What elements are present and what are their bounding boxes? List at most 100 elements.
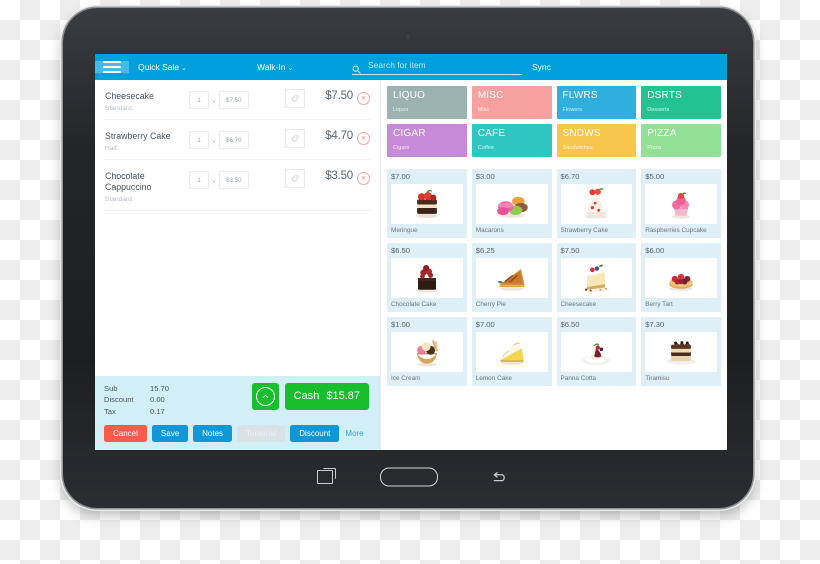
search-input[interactable] — [366, 59, 522, 71]
product-name: Chocolate Cake — [391, 301, 437, 308]
quantity-stepper: 1 — [189, 131, 209, 149]
unit-price-field: $6.70 — [218, 131, 249, 149]
totals-table: Sub 15.70 Discount 0.00 Tax 0.17 — [104, 383, 252, 418]
home-icon[interactable] — [380, 467, 438, 487]
android-nav-bar — [63, 460, 753, 494]
product-tile[interactable]: $6.50 Chocolate Cake — [387, 243, 467, 312]
cart-item-title: Cheesecake — [105, 91, 154, 101]
totals-row: Discount 0.00 — [104, 394, 252, 406]
chevron-down-icon: ⌄ — [181, 65, 187, 72]
product-price: $5.00 — [645, 172, 665, 181]
category-code: FLWRS — [562, 90, 598, 101]
quick-sale-dropdown[interactable]: Quick Sale ⌄ — [129, 62, 196, 72]
category-tile-cafe[interactable]: CAFE Coffee — [471, 124, 552, 157]
remove-item-button[interactable]: ✕ — [357, 172, 370, 185]
product-name: Lemon Cake — [475, 375, 512, 382]
search-bar[interactable] — [352, 59, 522, 75]
cart-item-name-block: Chocolate Cappuccino Standard. — [105, 169, 189, 203]
terminal-button: Terminal — [237, 425, 286, 442]
back-icon[interactable] — [491, 472, 505, 482]
catalog-panel: LIQUO Liquor MISC Misc FLWRS Flowers DSRTS Dess… — [381, 80, 727, 450]
save-button[interactable]: Save — [151, 425, 189, 442]
product-area: $7.00 Meringue $3.00 Macarons $6.70 Strawberr… — [381, 164, 727, 450]
more-button[interactable]: More — [345, 429, 363, 438]
expand-payments-button[interactable] — [251, 382, 279, 410]
category-name: Coffee — [477, 145, 495, 151]
category-tile-pizza[interactable]: PIZZA Pizza — [641, 124, 721, 157]
cash-amount: $15.87 — [326, 390, 360, 402]
category-tile-liquo[interactable]: LIQUO Liquor — [387, 86, 467, 119]
meringue-icon — [391, 184, 463, 224]
category-tile-misc[interactable]: MISC Misc — [471, 86, 552, 119]
tiramisu-icon — [645, 332, 717, 372]
remove-item-button[interactable]: ✕ — [357, 92, 370, 105]
top-bar-left: Quick Sale ⌄ Walk-In ⌄ — [95, 54, 344, 80]
product-name: Panna Cotta — [560, 375, 597, 382]
customer-dropdown[interactable]: Walk-In ⌄ — [248, 62, 302, 72]
category-code: CIGAR — [393, 128, 426, 139]
cart-item-variant: Standard. — [105, 105, 134, 112]
cart-item-title: Strawberry Cake — [105, 131, 171, 141]
product-price: $7.30 — [645, 320, 665, 329]
product-tile[interactable]: $7.50 Cheesecake — [556, 243, 637, 312]
product-tile[interactable]: $6.50 Panna Cotta — [556, 317, 637, 386]
app-top-bar: Quick Sale⌄ Walk-In⌄ Sync — [95, 54, 727, 80]
cart-panel: Cheesecake Standard. 1 × $7.50 $7.50 ✕ Strawber… — [95, 80, 381, 450]
discount-button[interactable]: Discount — [290, 425, 340, 442]
product-price: $7.50 — [560, 246, 580, 255]
quantity-stepper: 1 — [189, 171, 209, 189]
product-tile[interactable]: $7.00 Meringue — [387, 169, 467, 238]
product-price: $6.50 — [560, 320, 580, 329]
product-tile[interactable]: $6.25 Cherry Pie — [471, 243, 552, 312]
product-tile[interactable]: $7.30 Tiramisu — [641, 317, 721, 386]
multiply-symbol: × — [212, 98, 216, 106]
sync-button[interactable]: Sync — [532, 62, 551, 72]
tag-icon[interactable] — [284, 89, 305, 108]
table-row: Cheesecake Standard. 1 × $7.50 $7.50 ✕ — [103, 80, 372, 120]
cancel-button[interactable]: Cancel — [104, 425, 147, 442]
app-screen: Quick Sale⌄ Walk-In⌄ Sync — [95, 54, 727, 450]
product-tile[interactable]: $7.00 Lemon Cake — [471, 317, 552, 386]
product-price: $7.00 — [391, 172, 411, 181]
hamburger-line — [103, 65, 121, 69]
cart-item-name-block: Strawberry Cake Half. — [105, 129, 189, 152]
cash-pay-button[interactable]: Cash $15.87 — [284, 382, 369, 410]
tag-icon[interactable] — [284, 169, 305, 188]
app-body: Cheesecake Standard. 1 × $7.50 $7.50 ✕ Strawber… — [95, 80, 727, 450]
product-price: $7.00 — [475, 320, 495, 329]
hamburger-menu-icon[interactable] — [95, 60, 129, 74]
product-name: Berry Tart — [645, 301, 673, 308]
search-icon — [352, 61, 361, 74]
totals-label: Discount — [104, 395, 134, 404]
product-name: Strawberry Cake — [560, 227, 609, 234]
category-name: Sandwiches — [562, 145, 593, 151]
totals-top-row: Sub 15.70 Discount 0.00 Tax 0.17 Cash $15.87 — [104, 382, 371, 418]
category-tile-cigar[interactable]: CIGAR Cigars — [387, 124, 467, 157]
product-tile[interactable]: $3.00 Macarons — [471, 169, 552, 238]
totals-row: Tax 0.17 — [104, 406, 252, 418]
cart-item-name-block: Cheesecake Standard. — [105, 89, 189, 112]
tag-icon[interactable] — [284, 129, 305, 148]
multiply-symbol: × — [212, 178, 216, 186]
category-code: LIQUO — [393, 90, 426, 101]
product-tile[interactable]: $5.00 Raspberries Cupcake — [641, 169, 721, 238]
category-name: Desserts — [647, 107, 670, 113]
totals-row: Sub 15.70 — [104, 383, 252, 395]
product-tile[interactable]: $1.00 Ice Cream — [387, 317, 467, 386]
cherry-pie-icon — [475, 258, 548, 298]
notes-button[interactable]: Notes — [193, 425, 233, 442]
category-name: Liquor — [393, 107, 409, 113]
recents-icon[interactable] — [317, 468, 336, 484]
product-name: Raspberries Cupcake — [645, 227, 707, 234]
table-row: Chocolate Cappuccino Standard. 1 × $3.50 $3.5… — [103, 160, 372, 211]
category-tile-sndws[interactable]: SNDWS Sandwiches — [556, 124, 637, 157]
product-tile[interactable]: $6.00 Berry Tart — [641, 243, 721, 312]
category-name: Flowers — [562, 107, 583, 113]
strawberry-cake-icon — [560, 184, 633, 224]
category-tile-dsrts[interactable]: DSRTS Desserts — [641, 86, 721, 119]
category-name: Cigars — [393, 145, 410, 151]
remove-item-button[interactable]: ✕ — [357, 132, 370, 145]
product-tile[interactable]: $6.70 Strawberry Cake — [556, 169, 637, 238]
ice-cream-icon — [391, 332, 463, 372]
category-tile-flwrs[interactable]: FLWRS Flowers — [556, 86, 637, 119]
